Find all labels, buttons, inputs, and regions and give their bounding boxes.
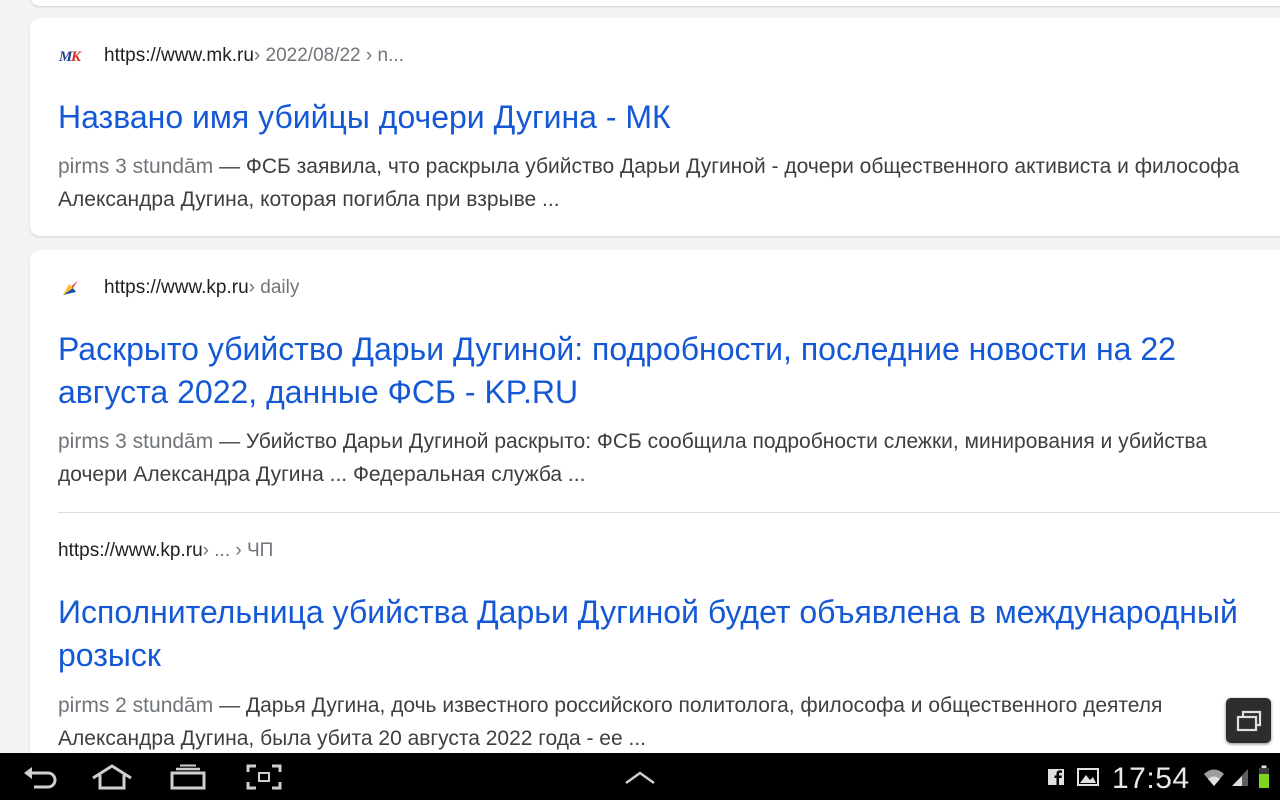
svg-text:K: K xyxy=(70,49,82,65)
back-icon[interactable] xyxy=(20,761,60,793)
site-info[interactable]: https://www.kp.ru › ... › ЧП xyxy=(58,537,273,565)
result-snippet-text: — Убийство Дарьи Дугиной раскрыто: ФСБ с… xyxy=(58,430,1208,486)
recent-apps-icon[interactable] xyxy=(168,761,208,793)
site-url: https://www.kp.ru xyxy=(104,277,249,298)
mk-logo-icon: M K xyxy=(58,43,84,69)
result-snippet: pirms 3 stundām — ФСБ заявила, что раскр… xyxy=(58,150,1270,216)
wifi-icon xyxy=(1202,761,1226,793)
result-snippet: pirms 3 stundām — Убийство Дарьи Дугиной… xyxy=(58,425,1270,491)
result-age: pirms 3 stundām xyxy=(58,155,214,178)
site-breadcrumb: › 2022/08/22 › n... xyxy=(253,45,404,66)
result-divider xyxy=(58,512,1280,513)
status-clock: 17:54 xyxy=(1112,762,1190,795)
site-info[interactable]: https://www.kp.ru › daily xyxy=(58,274,299,302)
previous-result-card xyxy=(30,0,1280,6)
site-url: https://www.mk.ru xyxy=(104,45,254,66)
site-info[interactable]: M K https://www.mk.ru › 2022/08/22 › n..… xyxy=(58,42,404,70)
popup-window-icon xyxy=(1236,710,1261,731)
result-age: pirms 2 stundām xyxy=(58,694,214,717)
system-navigation-bar: 17:54 xyxy=(0,753,1280,800)
signal-icon xyxy=(1230,761,1250,793)
popup-window-button[interactable] xyxy=(1226,698,1271,743)
chevron-up-icon[interactable] xyxy=(620,761,660,793)
result-title-link[interactable]: Исполнительница убийства Дарьи Дугиной б… xyxy=(58,591,1260,677)
kp-logo-icon xyxy=(58,275,84,301)
facebook-notification-icon xyxy=(1046,761,1066,793)
result-snippet-text: — ФСБ заявила, что раскрыла убийство Дар… xyxy=(58,155,1240,211)
result-title-link[interactable]: Названо имя убийцы дочери Дугина - МК xyxy=(58,96,1260,139)
site-breadcrumb: › daily xyxy=(248,277,300,298)
search-result-card: M K https://www.mk.ru › 2022/08/22 › n..… xyxy=(30,18,1280,236)
gallery-notification-icon xyxy=(1076,761,1100,793)
result-age: pirms 3 stundām xyxy=(58,430,214,453)
search-result-card: https://www.kp.ru › daily Раскрыто убийс… xyxy=(30,250,1280,770)
result-snippet-text: — Дарья Дугина, дочь известного российск… xyxy=(58,694,1163,750)
site-url: https://www.kp.ru xyxy=(58,540,203,561)
screenshot-icon[interactable] xyxy=(244,761,284,793)
battery-icon xyxy=(1256,761,1272,793)
result-title-link[interactable]: Раскрыто убийство Дарьи Дугиной: подробн… xyxy=(58,328,1260,414)
home-icon[interactable] xyxy=(90,761,134,793)
result-snippet: pirms 2 stundām — Дарья Дугина, дочь изв… xyxy=(58,689,1270,755)
site-breadcrumb: › ... › ЧП xyxy=(202,540,274,561)
